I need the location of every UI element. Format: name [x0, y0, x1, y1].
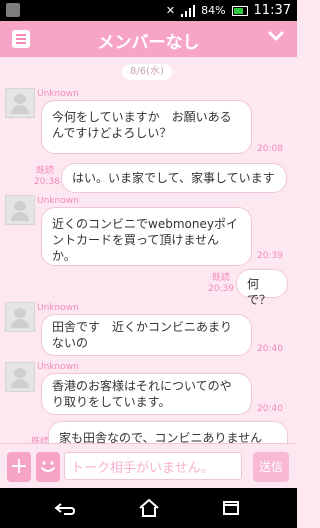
message-time: 20:38 — [34, 177, 60, 187]
message-bubble[interactable]: 今何をしていますか お願いあるんですけどよろしい？ — [41, 100, 252, 154]
message-time: 20:39 — [208, 284, 234, 294]
status-bar: ✕ 84% 11:37 — [0, 0, 297, 21]
avatar[interactable] — [5, 302, 35, 332]
status-right: ✕ 84% 11:37 — [166, 3, 291, 18]
avatar[interactable] — [5, 362, 35, 392]
message-time: 20:40 — [257, 344, 283, 354]
message-time: 20:39 — [257, 251, 283, 261]
message-bubble[interactable]: はい。いま家でして、家事しています — [61, 163, 287, 193]
avatar[interactable] — [5, 88, 35, 118]
recent-apps-icon[interactable] — [219, 498, 243, 518]
message-time: 20:08 — [257, 144, 283, 154]
message-input[interactable]: トーク相手がいません。 — [64, 452, 242, 480]
expand-button[interactable] — [267, 27, 285, 45]
sender-name: Unknown — [37, 303, 79, 313]
avatar[interactable] — [5, 195, 35, 225]
message-bubble[interactable]: 香港のお客様はそれについてのやり取りをしています。 — [41, 373, 252, 415]
read-indicator: 既読 — [212, 273, 231, 283]
signal-icon — [181, 4, 196, 17]
message-bubble[interactable]: 何で？ — [236, 269, 288, 307]
message-time: 20:40 — [257, 404, 283, 414]
add-button[interactable]: + — [7, 452, 31, 482]
emoji-button[interactable] — [36, 452, 60, 482]
battery-percent: 84% — [201, 4, 226, 17]
date-badge: 8/6(水) — [122, 64, 172, 80]
home-icon[interactable] — [137, 498, 161, 518]
sender-name: Unknown — [37, 89, 79, 99]
chat-title: メンバーなし — [97, 33, 200, 53]
battery-icon — [231, 5, 248, 16]
back-icon[interactable] — [53, 498, 77, 518]
smile-icon — [41, 461, 55, 472]
plus-icon: + — [9, 454, 29, 479]
message-bubble[interactable]: 近くのコンビニでwebmoneyポイントカードを買って頂けませんか。 — [41, 207, 252, 266]
mute-icon: ✕ — [165, 4, 176, 17]
navigation-bar — [0, 488, 297, 528]
sender-name: Unknown — [37, 362, 79, 372]
read-indicator: 既読 — [31, 437, 50, 443]
chevron-down-icon — [268, 31, 284, 41]
message-bubble[interactable]: 家も田舎なので、コンビニありません — [48, 421, 288, 443]
message-bubble[interactable]: 田舎です 近くかコンビニあまりないの — [41, 314, 252, 356]
chat-area[interactable]: 8/6(水) Unknown 今何をしていますか お願いあるんですけどよろしい？… — [0, 57, 297, 443]
send-button[interactable]: 送信 — [253, 452, 289, 482]
clock: 11:37 — [253, 3, 291, 18]
read-indicator: 既読 — [36, 166, 55, 176]
notification-icon — [6, 3, 20, 17]
sender-name: Unknown — [37, 196, 79, 206]
app-header: メンバーなし — [0, 21, 297, 57]
input-bar: + トーク相手がいません。 送信 — [0, 443, 297, 489]
